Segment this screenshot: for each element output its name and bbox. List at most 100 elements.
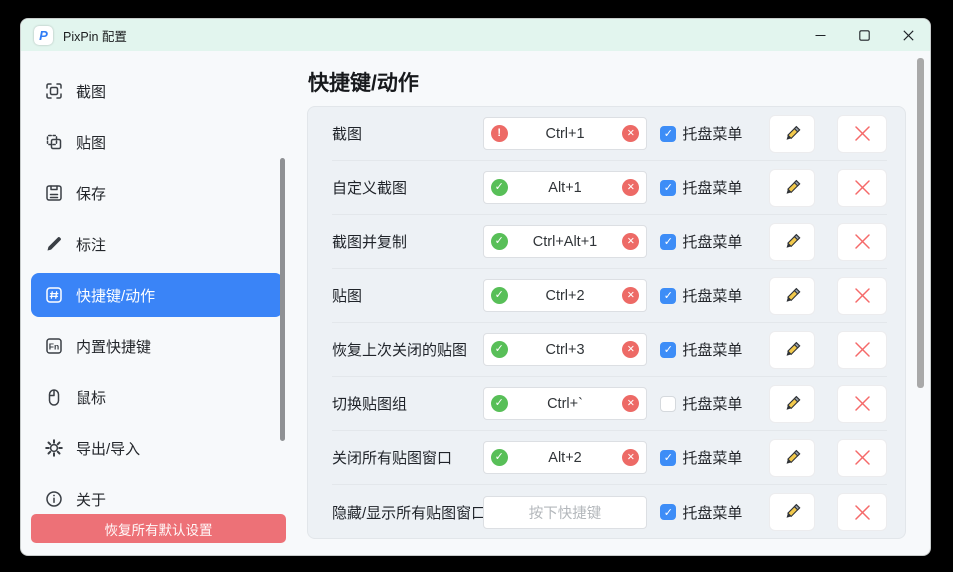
tray-menu-checkbox[interactable]: ✓: [660, 450, 676, 466]
edit-pencil-icon: [781, 393, 803, 415]
tray-menu-checkbox[interactable]: ✓: [660, 126, 676, 142]
clear-hotkey-icon[interactable]: ✕: [622, 233, 639, 250]
hotkey-value: Ctrl+2: [508, 288, 623, 304]
tray-menu-checkbox[interactable]: ✓: [660, 396, 676, 412]
hotkey-row: 贴图✓Ctrl+2✕✓托盘菜单: [332, 269, 887, 323]
maximize-button[interactable]: [842, 19, 886, 51]
delete-hotkey-button[interactable]: [837, 439, 887, 477]
info-icon: [44, 489, 64, 509]
action-label: 自定义截图: [332, 177, 483, 198]
sidebar-item-mouse[interactable]: 鼠标: [31, 375, 283, 419]
pixpin-settings-window: P PixPin 配置: [20, 18, 931, 556]
edit-hotkey-button[interactable]: [769, 115, 816, 153]
sidebar-item-label: 贴图: [76, 132, 106, 153]
restore-defaults-button[interactable]: 恢复所有默认设置: [31, 514, 286, 543]
hotkey-row: 自定义截图✓Alt+1✕✓托盘菜单: [332, 161, 887, 215]
delete-hotkey-button[interactable]: [837, 331, 887, 369]
svg-text:Fn: Fn: [49, 341, 59, 351]
hotkey-row: 恢复上次关闭的贴图✓Ctrl+3✕✓托盘菜单: [332, 323, 887, 377]
minimize-button[interactable]: [798, 19, 842, 51]
tray-menu-label: 托盘菜单: [682, 447, 743, 468]
pencil-icon: [44, 234, 64, 254]
hotkey-status-ok-icon: ✓: [491, 287, 508, 304]
clear-hotkey-icon[interactable]: ✕: [622, 395, 639, 412]
hotkey-row: 切换贴图组✓Ctrl+`✕✓托盘菜单: [332, 377, 887, 431]
hotkey-input[interactable]: 按下快捷键: [483, 496, 648, 529]
hotkey-input[interactable]: ✓Ctrl+`✕: [483, 387, 648, 420]
tray-menu-checkbox[interactable]: ✓: [660, 288, 676, 304]
edit-pencil-icon: [781, 123, 803, 145]
clear-hotkey-icon[interactable]: ✕: [622, 179, 639, 196]
tray-menu-checkbox[interactable]: ✓: [660, 504, 676, 520]
sidebar-item-save[interactable]: 保存: [31, 171, 283, 215]
edit-hotkey-button[interactable]: [769, 385, 816, 423]
delete-x-icon: [853, 448, 872, 467]
hotkey-input[interactable]: ✓Ctrl+3✕: [483, 333, 648, 366]
edit-hotkey-button[interactable]: [769, 493, 816, 531]
tray-menu-checkbox[interactable]: ✓: [660, 234, 676, 250]
edit-hotkey-button[interactable]: [769, 331, 816, 369]
delete-hotkey-button[interactable]: [837, 277, 887, 315]
edit-pencil-icon: [781, 339, 803, 361]
hotkey-input[interactable]: !Ctrl+1✕: [483, 117, 648, 150]
clear-hotkey-icon[interactable]: ✕: [622, 341, 639, 358]
hotkey-status-ok-icon: ✓: [491, 341, 508, 358]
delete-x-icon: [853, 394, 872, 413]
sidebar-item-annotate[interactable]: 标注: [31, 222, 283, 266]
hotkey-status-warning-icon: !: [491, 125, 508, 142]
hotkey-input[interactable]: ✓Ctrl+2✕: [483, 279, 648, 312]
delete-hotkey-button[interactable]: [837, 223, 887, 261]
sidebar-item-label: 保存: [76, 183, 106, 204]
delete-x-icon: [853, 503, 872, 522]
clear-hotkey-icon[interactable]: ✕: [622, 449, 639, 466]
edit-hotkey-button[interactable]: [769, 223, 816, 261]
edit-pencil-icon: [781, 447, 803, 469]
sidebar-item-pin-image[interactable]: 贴图: [31, 120, 283, 164]
action-label: 切换贴图组: [332, 393, 483, 414]
sidebar-item-label: 快捷键/动作: [76, 285, 155, 306]
delete-hotkey-button[interactable]: [837, 385, 887, 423]
hotkey-input[interactable]: ✓Alt+2✕: [483, 441, 648, 474]
action-label: 贴图: [332, 285, 483, 306]
tray-menu-checkbox[interactable]: ✓: [660, 342, 676, 358]
delete-hotkey-button[interactable]: [837, 115, 887, 153]
edit-pencil-icon: [781, 177, 803, 199]
save-icon: [44, 183, 64, 203]
sidebar-item-hotkeys[interactable]: 快捷键/动作: [31, 273, 283, 317]
hotkey-input[interactable]: ✓Ctrl+Alt+1✕: [483, 225, 648, 258]
hash-icon: [44, 285, 64, 305]
sidebar-item-import-export[interactable]: 导出/导入: [31, 426, 283, 470]
window-title: PixPin 配置: [63, 26, 127, 45]
hotkey-value: Ctrl+`: [508, 396, 623, 412]
sidebar-item-builtin-hotkeys[interactable]: Fn内置快捷键: [31, 324, 283, 368]
maximize-icon: [859, 30, 870, 41]
hotkey-value: Ctrl+3: [508, 342, 623, 358]
sidebar-item-label: 鼠标: [76, 387, 106, 408]
delete-x-icon: [853, 178, 872, 197]
clear-hotkey-icon[interactable]: ✕: [622, 287, 639, 304]
close-button[interactable]: [886, 19, 930, 51]
delete-hotkey-button[interactable]: [837, 169, 887, 207]
sidebar-scrollbar[interactable]: [280, 158, 285, 441]
sidebar-item-label: 截图: [76, 81, 106, 102]
edit-hotkey-button[interactable]: [769, 439, 816, 477]
sidebar-item-screenshot[interactable]: 截图: [31, 69, 283, 113]
hotkey-status-ok-icon: ✓: [491, 395, 508, 412]
page-title: 快捷键/动作: [308, 67, 930, 97]
edit-hotkey-button[interactable]: [769, 169, 816, 207]
hotkey-placeholder: 按下快捷键: [491, 502, 640, 523]
tray-menu-checkbox[interactable]: ✓: [660, 180, 676, 196]
hotkey-value: Ctrl+1: [508, 126, 623, 142]
edit-hotkey-button[interactable]: [769, 277, 816, 315]
edit-pencil-icon: [781, 285, 803, 307]
action-label: 恢复上次关闭的贴图: [332, 339, 483, 360]
clear-hotkey-icon[interactable]: ✕: [622, 125, 639, 142]
main-scrollbar[interactable]: [917, 58, 924, 388]
delete-hotkey-button[interactable]: [837, 493, 887, 531]
tray-menu-label: 托盘菜单: [682, 339, 743, 360]
hotkey-input[interactable]: ✓Alt+1✕: [483, 171, 648, 204]
titlebar: P PixPin 配置: [21, 19, 930, 51]
app-logo-icon: P: [34, 26, 53, 45]
hotkey-value: Alt+2: [508, 450, 623, 466]
hotkey-row: 截图!Ctrl+1✕✓托盘菜单: [332, 107, 887, 161]
